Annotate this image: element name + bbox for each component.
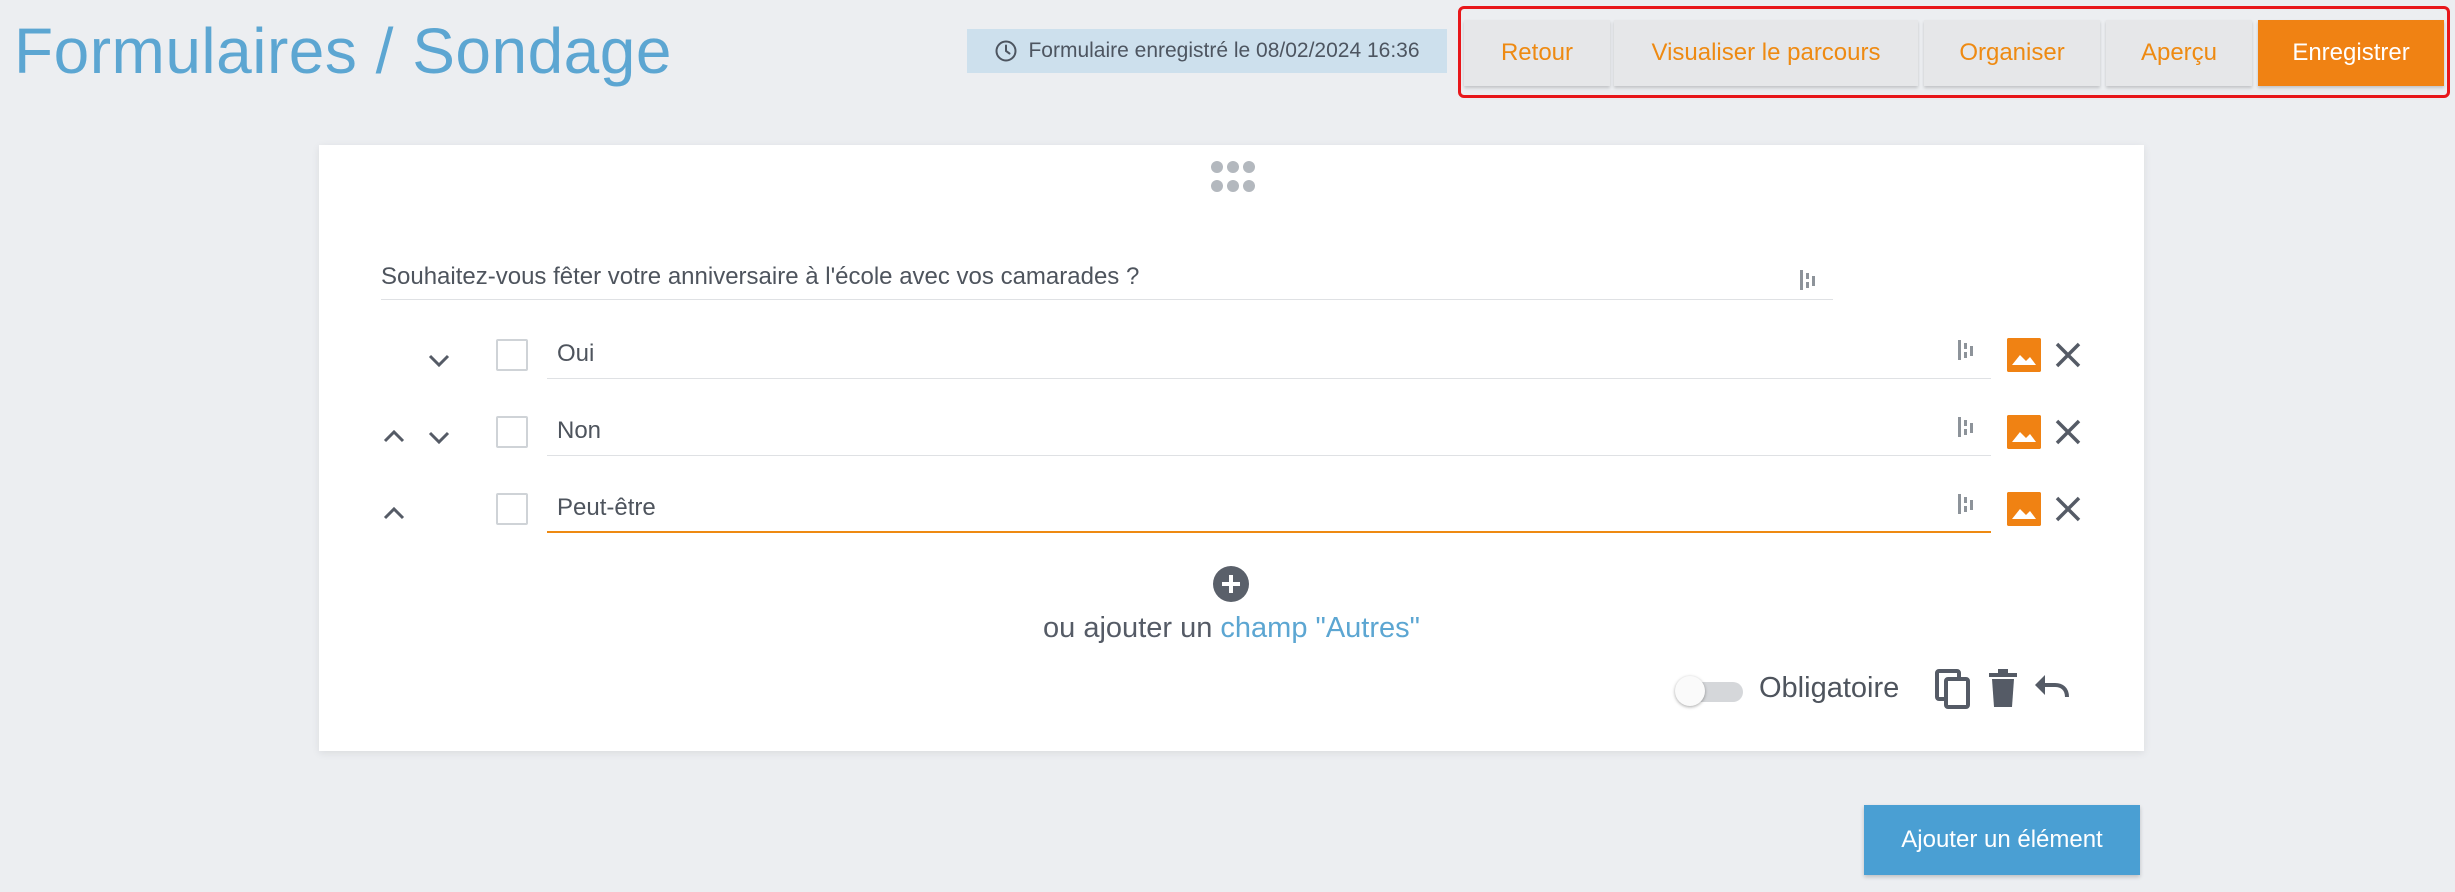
text-format-icon[interactable] [1957,416,1977,438]
option-row: Non [319,402,2144,462]
drag-handle-icon[interactable] [1207,157,1259,197]
chevron-up-icon[interactable] [381,503,407,523]
chevron-up-icon[interactable] [381,426,407,446]
save-button[interactable]: Enregistrer [2258,20,2444,86]
option-row: Oui [319,325,2144,385]
close-icon[interactable] [2052,339,2084,371]
preview-button[interactable]: Aperçu [2106,20,2252,86]
required-label: Obligatoire [1759,672,1900,704]
image-icon[interactable] [2007,492,2041,526]
question-text: Souhaitez-vous fêter votre anniversaire … [381,263,1140,290]
option-input[interactable]: Oui [547,325,1991,379]
close-icon[interactable] [2052,416,2084,448]
toggle-knob [1675,676,1705,706]
undo-icon[interactable] [2031,667,2071,711]
saved-status-badge: Formulaire enregistré le 08/02/2024 16:3… [967,29,1447,73]
copy-icon[interactable] [1933,667,1973,711]
text-format-icon[interactable] [1957,493,1977,515]
image-icon[interactable] [2007,415,2041,449]
option-label: Peut-être [557,494,656,521]
question-field[interactable]: Souhaitez-vous fêter votre anniversaire … [381,253,1833,300]
option-label: Oui [557,340,595,367]
view-path-button[interactable]: Visualiser le parcours [1614,20,1918,86]
text-format-icon[interactable] [1799,269,1819,291]
add-element-button[interactable]: Ajouter un élément [1864,805,2140,875]
add-circle-icon[interactable] [1212,565,1250,603]
image-icon[interactable] [2007,338,2041,372]
clock-icon [995,40,1017,62]
question-card: Souhaitez-vous fêter votre anniversaire … [319,145,2144,751]
text-format-icon[interactable] [1957,339,1977,361]
organize-button[interactable]: Organiser [1924,20,2100,86]
option-row: Peut-être [319,479,2144,539]
chevron-down-icon[interactable] [426,351,452,371]
saved-status-text: Formulaire enregistré le 08/02/2024 16:3… [1028,39,1420,62]
option-label: Non [557,417,602,444]
back-button[interactable]: Retour [1464,20,1610,86]
option-input[interactable]: Non [547,402,1991,456]
close-icon[interactable] [2052,493,2084,525]
add-other-link[interactable]: champ "Autres" [1220,612,1420,644]
option-checkbox[interactable] [496,493,528,525]
page-title: Formulaires / Sondage [14,15,672,87]
trash-icon[interactable] [1983,667,2023,711]
add-other-prefix: ou ajouter un [1043,612,1213,644]
required-toggle[interactable] [1675,675,1747,707]
option-input[interactable]: Peut-être [547,479,1991,533]
option-checkbox[interactable] [496,416,528,448]
chevron-down-icon[interactable] [426,428,452,448]
add-other-field: ou ajouter un champ "Autres" [319,612,2144,645]
option-checkbox[interactable] [496,339,528,371]
